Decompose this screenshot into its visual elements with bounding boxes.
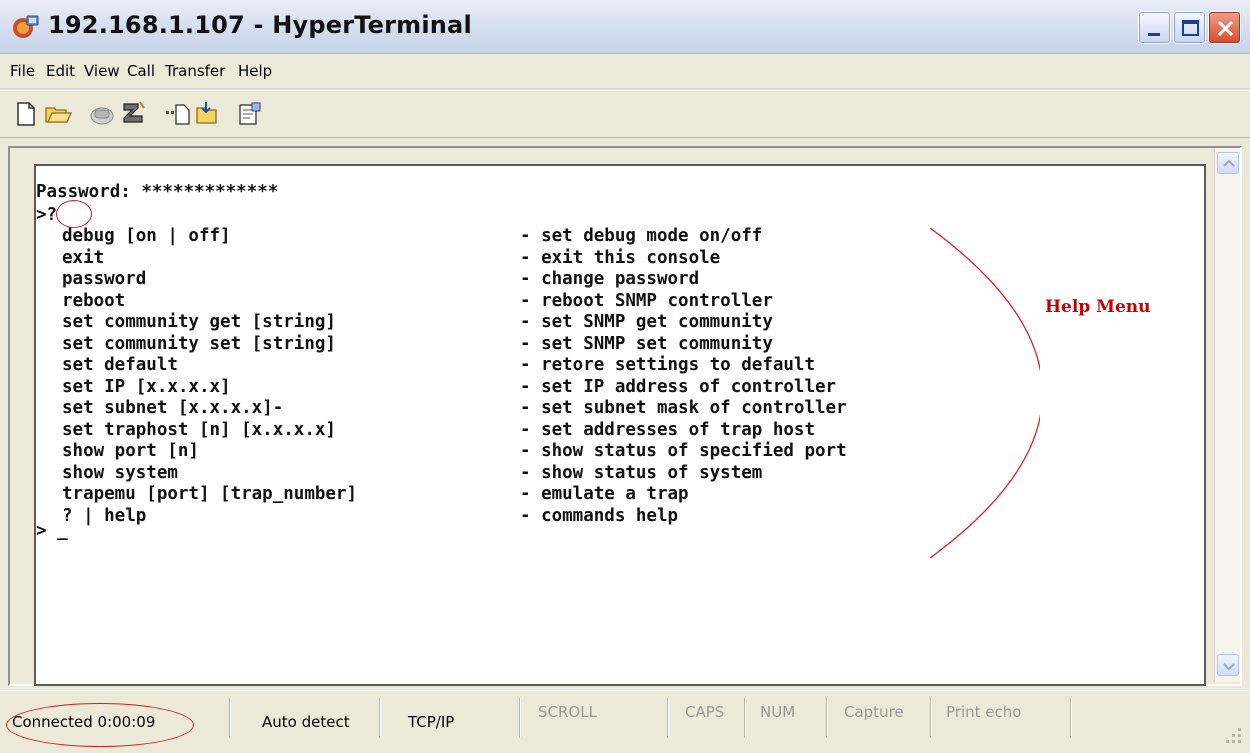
close-icon [1217, 20, 1234, 37]
command-name: ? | help [62, 505, 147, 526]
command-description: - commands help [520, 505, 679, 526]
command-description: - show status of system [520, 462, 763, 483]
new-file-icon[interactable] [12, 100, 40, 128]
question-annotation-circle [56, 200, 92, 228]
protocol-status: TCP/IP [408, 713, 455, 731]
menu-help[interactable]: Help [238, 62, 272, 80]
command-name: exit [62, 247, 105, 268]
command-description: - set SNMP set community [520, 333, 773, 354]
chevron-down-icon [1223, 663, 1235, 671]
command-description: - reboot SNMP controller [520, 290, 773, 311]
maximize-icon [1182, 20, 1199, 36]
num-indicator: NUM [760, 703, 796, 721]
menu-call[interactable]: Call [127, 62, 155, 80]
menu-edit[interactable]: Edit [46, 62, 75, 80]
scroll-up-button[interactable] [1217, 152, 1239, 174]
command-description: - change password [520, 269, 700, 289]
command-name: set community get [string] [62, 312, 336, 332]
maximize-button[interactable] [1173, 11, 1206, 44]
menu-bar: File Edit View Call Transfer Help [0, 55, 1250, 89]
final-prompt: > _ [36, 521, 68, 541]
chevron-up-icon [1223, 159, 1235, 167]
properties-icon[interactable] [236, 100, 264, 128]
help-menu-label: Help Menu [1045, 297, 1151, 317]
receive-icon[interactable] [194, 100, 222, 128]
connect-phone-icon[interactable] [88, 100, 116, 128]
command-name: set traphost [n] [x.x.x.x] [62, 419, 336, 440]
help-prompt: >? [36, 205, 58, 225]
command-description: - set addresses of trap host [520, 419, 816, 440]
minimize-icon [1148, 33, 1160, 36]
window-title: 192.168.1.107 - HyperTerminal [48, 11, 472, 39]
menu-view[interactable]: View [84, 62, 120, 80]
close-button[interactable] [1208, 11, 1241, 44]
command-name: set IP [x.x.x.x] [62, 376, 231, 397]
command-name: show port [n] [62, 441, 199, 461]
command-name: set default [62, 355, 178, 375]
detect-status: Auto detect [262, 713, 350, 731]
resize-grip-icon[interactable] [1220, 722, 1244, 746]
caps-indicator: CAPS [685, 703, 725, 721]
command-description: - exit this console [520, 247, 721, 268]
command-name: show system [62, 462, 178, 483]
minimize-button[interactable] [1138, 11, 1171, 44]
send-icon[interactable] [164, 100, 192, 128]
command-description: - retore settings to default [520, 355, 816, 375]
command-name: debug [on | off] [62, 226, 231, 246]
scroll-indicator: SCROLL [538, 703, 597, 721]
command-description: - set subnet mask of controller [520, 398, 847, 418]
menu-file[interactable]: File [10, 62, 35, 80]
command-description: - emulate a trap [520, 484, 689, 504]
command-description: - set IP address of controller [520, 376, 837, 397]
disconnect-phone-icon[interactable] [120, 100, 148, 128]
scroll-down-button[interactable] [1217, 654, 1239, 676]
toolbar [0, 90, 1250, 138]
command-description: - show status of specified port [520, 441, 847, 461]
capture-indicator: Capture [844, 703, 904, 721]
help-menu-brace [930, 228, 1040, 558]
open-folder-icon[interactable] [44, 100, 72, 128]
command-name: set community set [string] [62, 333, 336, 354]
print-echo-indicator: Print echo [946, 703, 1022, 721]
title-bar[interactable]: 192.168.1.107 - HyperTerminal [0, 0, 1250, 54]
command-description: - set debug mode on/off [520, 226, 763, 246]
command-name: set subnet [x.x.x.x]- [62, 398, 284, 418]
connected-annotation-circle [6, 703, 194, 747]
command-name: password [62, 269, 147, 289]
vertical-scrollbar[interactable] [1214, 148, 1240, 682]
command-description: - set SNMP get community [520, 312, 773, 332]
menu-transfer[interactable]: Transfer [165, 62, 225, 80]
command-name: trapemu [port] [trap_number] [62, 484, 358, 504]
hyperterminal-app-icon [13, 15, 39, 38]
command-name: reboot [62, 290, 126, 311]
